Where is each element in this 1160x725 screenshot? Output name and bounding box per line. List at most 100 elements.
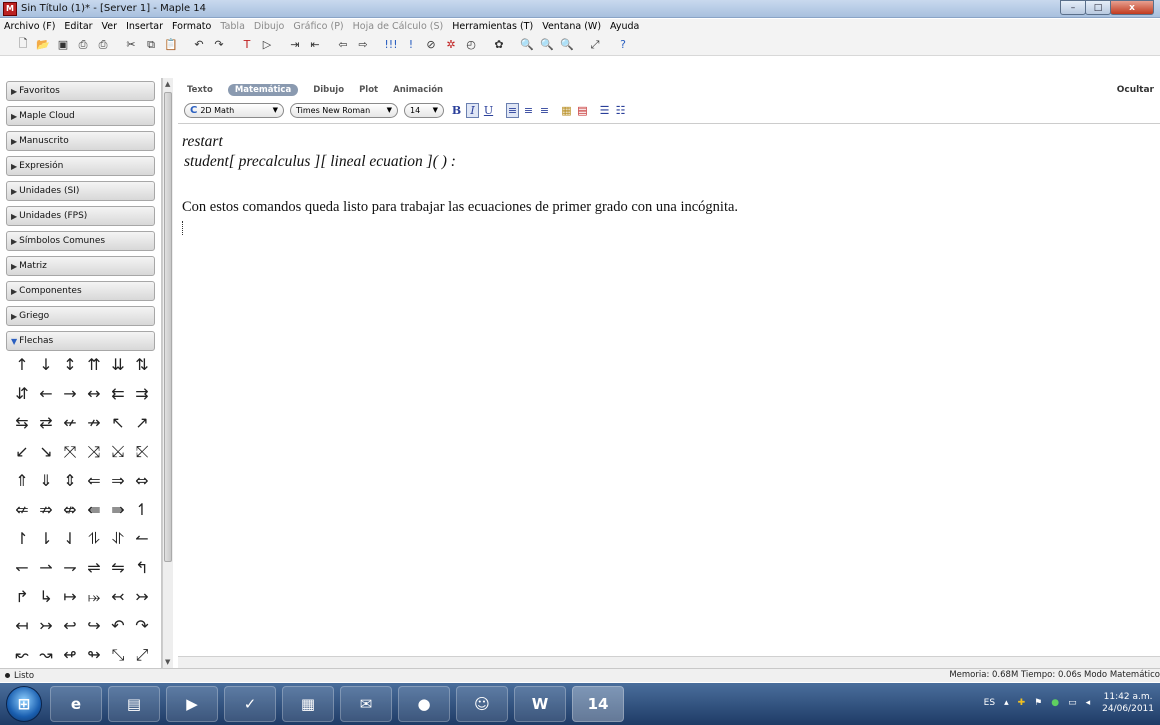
palette-header[interactable]: ▶ Maple Cloud (6, 106, 155, 126)
numbered-list-icon[interactable]: ☷ (614, 103, 627, 118)
horizontal-scrollbar[interactable] (178, 656, 1160, 668)
arrow-symbol[interactable]: → (58, 385, 82, 403)
copy-icon[interactable]: ⧉ (142, 37, 160, 53)
arrow-symbol[interactable]: ↳ (34, 588, 58, 606)
arrow-symbol[interactable]: ⇂ (34, 530, 58, 548)
arrow-symbol[interactable]: ⤩ (106, 443, 130, 461)
bullet-list-icon[interactable]: ☰ (598, 103, 611, 118)
tray-expand-icon[interactable]: ▴ (1004, 698, 1009, 708)
menu-item[interactable]: Herramientas (T) (452, 21, 533, 32)
arrow-symbol[interactable]: ⇑ (10, 472, 34, 490)
restart-icon[interactable]: ◴ (462, 37, 480, 53)
arrow-symbol[interactable]: ⇕ (58, 472, 82, 490)
arrow-symbol[interactable]: ↣ (34, 617, 58, 635)
font-size-select[interactable]: 14 ▼ (404, 102, 444, 118)
menu-item[interactable]: Tabla (220, 21, 245, 32)
menu-item[interactable]: Ver (102, 21, 118, 32)
language-indicator[interactable]: ES (984, 698, 995, 708)
arrow-symbol[interactable]: ⇆ (10, 414, 34, 432)
palette-header[interactable]: ▶ Favoritos (6, 81, 155, 101)
arrow-symbol[interactable]: ⇉ (130, 385, 154, 403)
arrow-symbol[interactable]: ⇍ (10, 501, 34, 519)
arrow-symbol[interactable]: ↰ (130, 559, 154, 577)
close-button[interactable]: x (1110, 0, 1154, 15)
arrow-symbol[interactable]: ↦ (58, 588, 82, 606)
arrow-symbol[interactable]: ↚ (58, 414, 82, 432)
arrow-symbol[interactable]: ↛ (82, 414, 106, 432)
bold-button[interactable]: B (450, 103, 463, 118)
worksheet-document[interactable]: restart student[ precalculus ][ lineal e… (178, 123, 1160, 643)
arrow-symbol[interactable]: ↶ (106, 617, 130, 635)
format-tab[interactable]: Matemática (227, 84, 299, 96)
arrow-symbol[interactable]: ⇋ (106, 559, 130, 577)
execute-all-icon[interactable]: !!! (382, 37, 400, 53)
redo-icon[interactable]: ↷ (210, 37, 228, 53)
arrow-symbol[interactable]: ⇓ (34, 472, 58, 490)
scroll-up-icon[interactable]: ▲ (165, 80, 170, 88)
word-icon[interactable]: W (514, 686, 566, 722)
zoom-in-icon[interactable]: 🔍 (538, 37, 556, 53)
zoom-out-icon[interactable]: 🔍 (558, 37, 576, 53)
arrow-symbol[interactable]: ↬ (82, 646, 106, 664)
arrow-symbol[interactable]: ↖ (106, 414, 130, 432)
arrow-symbol[interactable]: ↿ (130, 501, 154, 519)
underline-button[interactable]: U (482, 103, 495, 118)
arrow-symbol[interactable]: ↫ (58, 646, 82, 664)
forward-icon[interactable]: ⇨ (354, 37, 372, 53)
arrow-symbol[interactable]: ↑ (10, 356, 34, 374)
clock[interactable]: 11:42 a.m. 24/06/2011 (1102, 691, 1154, 715)
execution-group-icon[interactable]: ▷ (258, 37, 276, 53)
arrow-symbol[interactable]: ⤢ (130, 646, 154, 664)
arrow-symbol[interactable]: ⇄ (34, 414, 58, 432)
debug-icon[interactable]: ✲ (442, 37, 460, 53)
users-icon[interactable]: ☺ (456, 686, 508, 722)
expand-icon[interactable]: ⤢ (586, 37, 604, 53)
open-icon[interactable]: 📂 (34, 37, 52, 53)
arrow-symbol[interactable]: ↙ (10, 443, 34, 461)
maple-icon[interactable]: M (3, 1, 17, 16)
palette-header[interactable]: ▶ Manuscrito (6, 131, 155, 151)
arrow-symbol[interactable]: ⤅ (82, 588, 106, 606)
save-icon[interactable]: ▣ (54, 37, 72, 53)
arrow-symbol[interactable]: ↩ (58, 617, 82, 635)
palette-header[interactable]: ▶ Unidades (SI) (6, 181, 155, 201)
arrow-symbol[interactable]: ⇏ (34, 501, 58, 519)
office-icon[interactable]: ▦ (282, 686, 334, 722)
arrow-symbol[interactable]: ⤪ (130, 443, 154, 461)
paste-icon[interactable]: 📋 (162, 37, 180, 53)
task-icon[interactable]: ✓ (224, 686, 276, 722)
arrow-symbol[interactable]: ⇌ (82, 559, 106, 577)
palette-header[interactable]: ▶ Unidades (FPS) (6, 206, 155, 226)
palette-header[interactable]: ▶ Expresión (6, 156, 155, 176)
arrow-symbol[interactable]: ↷ (130, 617, 154, 635)
palette-header[interactable]: ▼ Flechas (6, 331, 155, 351)
format-tab[interactable]: Animación (393, 85, 443, 95)
scroll-down-icon[interactable]: ▼ (165, 658, 170, 666)
messenger-icon[interactable]: ✉ (340, 686, 392, 722)
menu-item[interactable]: Formato (172, 21, 211, 32)
print-preview-icon[interactable]: ⎙ (94, 37, 112, 53)
align-center-icon[interactable]: ≡ (522, 103, 535, 118)
format-tab[interactable]: Dibujo (313, 85, 344, 95)
arrow-symbol[interactable]: ← (34, 385, 58, 403)
stop-icon[interactable]: ⊘ (422, 37, 440, 53)
explorer-icon[interactable]: ▤ (108, 686, 160, 722)
palette-header[interactable]: ▶ Matriz (6, 256, 155, 276)
arrow-symbol[interactable]: ⇅ (130, 356, 154, 374)
arrow-symbol[interactable]: ⇵ (10, 385, 34, 403)
palette-header[interactable]: ▶ Griego (6, 306, 155, 326)
input-restart[interactable]: restart (182, 133, 223, 151)
player-icon[interactable]: ● (398, 686, 450, 722)
arrow-symbol[interactable]: ↣ (130, 588, 154, 606)
arrow-symbol[interactable]: ↘ (34, 443, 58, 461)
insert-plot-icon[interactable]: ▤ (576, 103, 589, 118)
italic-button[interactable]: I (466, 102, 479, 118)
arrow-symbol[interactable]: ⥮ (82, 530, 106, 548)
font-select[interactable]: Times New Roman ▼ (290, 102, 398, 118)
arrow-symbol[interactable]: ⤡ (106, 646, 130, 664)
palette-header[interactable]: ▶ Símbolos Comunes (6, 231, 155, 251)
align-right-icon[interactable]: ≡ (538, 103, 551, 118)
arrow-symbol[interactable]: ↱ (10, 588, 34, 606)
arrow-symbol[interactable]: ⇎ (58, 501, 82, 519)
arrow-symbol[interactable]: ↜ (10, 646, 34, 664)
